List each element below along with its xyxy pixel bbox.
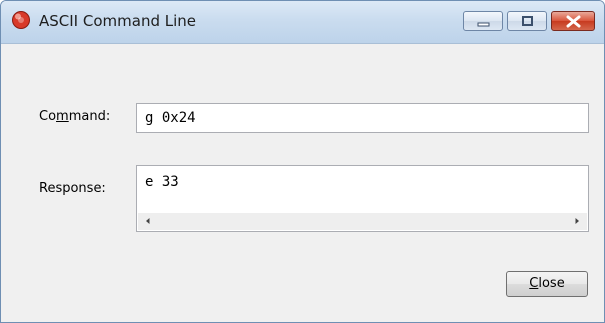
- horizontal-scrollbar[interactable]: [138, 213, 587, 230]
- response-textarea[interactable]: e 33: [136, 165, 589, 232]
- command-label: Command:: [39, 109, 111, 124]
- response-value: e 33: [145, 174, 179, 190]
- red-app-icon: [12, 11, 30, 29]
- maximize-icon: [522, 16, 533, 26]
- minimize-icon: [477, 22, 490, 27]
- minimize-button[interactable]: [463, 11, 503, 31]
- close-window-button[interactable]: [551, 11, 595, 31]
- response-label: Response:: [39, 181, 106, 196]
- dialog-client-area: Command: g 0x24 Response: e 33 Close: [1, 44, 604, 322]
- ascii-command-line-window: ASCII Command Line Command: g 0x24 Respo…: [0, 0, 605, 323]
- close-icon: [566, 15, 581, 28]
- command-mnemonic: m: [56, 109, 69, 124]
- scroll-right-arrow-icon[interactable]: [572, 216, 582, 226]
- window-title: ASCII Command Line: [39, 12, 196, 30]
- scroll-left-arrow-icon[interactable]: [143, 216, 153, 226]
- close-mnemonic: C: [529, 276, 539, 291]
- command-value: g 0x24: [145, 110, 196, 126]
- title-bar[interactable]: ASCII Command Line: [1, 1, 604, 44]
- command-input[interactable]: g 0x24: [136, 103, 589, 133]
- maximize-button[interactable]: [507, 11, 547, 31]
- close-button[interactable]: Close: [506, 271, 588, 297]
